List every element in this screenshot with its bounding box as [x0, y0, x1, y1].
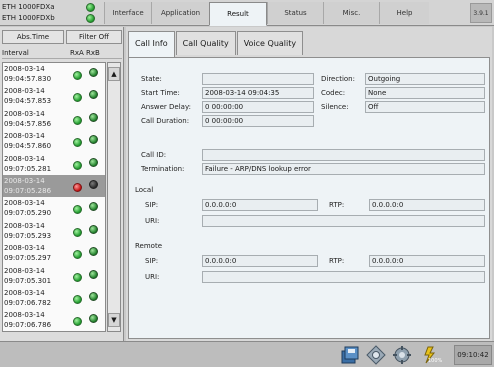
local-uri-field [202, 215, 485, 227]
local-sip-label: SIP: [145, 201, 159, 209]
call-duration-label: Call Duration: [141, 117, 190, 125]
call-info-content: State: Start Time: 2008-03-14 09:04:35 A… [128, 57, 490, 339]
version-badge: 3.9.1 [470, 3, 492, 23]
list-item[interactable]: 2008-03-14 09:07:06.782 [3, 287, 105, 309]
start-time-field: 2008-03-14 09:04:35 [202, 87, 314, 99]
rxb-led-icon [89, 224, 98, 234]
state-label: State: [141, 75, 162, 83]
save-icon[interactable] [340, 345, 360, 365]
clock: 09:10:42 [454, 345, 492, 365]
list-item[interactable]: 2008-03-14 09:07:05.293 [3, 220, 105, 242]
tools-icon[interactable] [392, 345, 412, 365]
remote-uri-field [202, 271, 485, 283]
rxa-led-icon [73, 227, 82, 237]
answer-delay-field: 0 00:00:00 [202, 101, 314, 113]
port-b: ETH 1000FDXb [2, 13, 102, 24]
port-status: ETH 1000FDXa ETH 1000FDXb [2, 2, 102, 24]
port-a-label: ETH 1000FDXa [2, 3, 55, 11]
tab-voice-quality[interactable]: Voice Quality [236, 31, 304, 55]
rxb-led-icon [89, 269, 98, 279]
scroll-down-icon[interactable]: ▼ [108, 313, 120, 327]
port-a-led-icon [86, 3, 95, 12]
silence-field: Off [365, 101, 485, 113]
result-subtabs: Call Info Call Quality Voice Quality [128, 31, 304, 58]
rxa-led-icon [73, 160, 82, 170]
remote-uri-label: URI: [145, 273, 160, 281]
top-bar: ETH 1000FDXa ETH 1000FDXb Interface Appl… [0, 0, 494, 26]
battery-level: 100% [428, 358, 443, 364]
port-a: ETH 1000FDXa [2, 2, 102, 13]
rxa-led-icon [73, 71, 82, 80]
direction-label: Direction: [321, 75, 355, 83]
list-item[interactable]: 2008-03-14 09:04:57.830 [3, 63, 105, 85]
status-bar: 100% 09:10:42 [0, 341, 494, 367]
call-id-field [202, 149, 485, 161]
battery-icon: 100% [420, 345, 450, 365]
rxa-led-icon [73, 272, 82, 282]
codec-field: None [365, 87, 485, 99]
codec-label: Codec: [321, 89, 346, 97]
list-header: Interval RxA RxB [2, 47, 122, 59]
tab-interface[interactable]: Interface [104, 2, 151, 24]
column-interval: Interval [2, 49, 29, 57]
list-item[interactable]: 2008-03-14 09:07:05.301 [3, 265, 105, 287]
list-item[interactable]: 2008-03-14 09:04:57.853 [3, 85, 105, 107]
rxb-led-icon [89, 157, 98, 167]
list-item-selected[interactable]: 2008-03-14 09:07:05.286 [3, 174, 105, 198]
tab-misc[interactable]: Misc. [323, 2, 379, 24]
state-field [202, 73, 314, 85]
filter-button[interactable]: Filter Off [66, 30, 122, 44]
result-panel: Call Info Call Quality Voice Quality Sta… [126, 27, 492, 341]
local-section-title: Local [135, 186, 154, 194]
port-b-label: ETH 1000FDXb [2, 14, 55, 22]
call-duration-field: 0 00:00:00 [202, 115, 314, 127]
list-item[interactable]: 2008-03-14 09:07:05.297 [3, 242, 105, 264]
rxa-led-icon [73, 115, 82, 125]
rxa-error-led-icon [73, 182, 82, 192]
remote-sip-field: 0.0.0.0:0 [202, 255, 318, 267]
local-uri-label: URI: [145, 217, 160, 225]
silence-label: Silence: [321, 103, 349, 111]
answer-delay-label: Answer Delay: [141, 103, 191, 111]
termination-field: Failure - ARP/DNS lookup error [202, 163, 485, 175]
tab-call-quality[interactable]: Call Quality [175, 31, 236, 55]
list-item[interactable]: 2008-03-14 09:07:06.786 [3, 309, 105, 331]
port-b-led-icon [86, 14, 95, 23]
remote-section-title: Remote [135, 242, 163, 250]
rxb-led-icon [89, 112, 98, 122]
rxb-led-icon [89, 179, 98, 189]
settings-icon[interactable] [366, 345, 386, 365]
direction-field: Outgoing [365, 73, 485, 85]
remote-rtp-field: 0.0.0.0:0 [369, 255, 485, 267]
local-rtp-field: 0.0.0.0:0 [369, 199, 485, 211]
list-item[interactable]: 2008-03-14 09:04:57.856 [3, 108, 105, 130]
local-sip-field: 0.0.0.0:0 [202, 199, 318, 211]
tab-call-info[interactable]: Call Info [128, 31, 175, 58]
event-list[interactable]: 2008-03-14 09:04:57.830 2008-03-14 09:04:5… [2, 62, 106, 332]
termination-label: Termination: [141, 165, 185, 173]
tab-result[interactable]: Result [209, 2, 267, 26]
abs-time-button[interactable]: Abs.Time [2, 30, 64, 44]
rxb-led-icon [89, 68, 98, 77]
list-item[interactable]: 2008-03-14 09:04:57.860 [3, 130, 105, 152]
list-scrollbar[interactable]: ▲ ▼ [107, 62, 121, 332]
tab-status[interactable]: Status [267, 2, 323, 24]
scroll-up-icon[interactable]: ▲ [108, 67, 120, 81]
remote-rtp-label: RTP: [329, 257, 345, 265]
column-rxa-rxb: RxA RxB [70, 49, 100, 57]
main-tabs: Interface Application Result Status Misc… [104, 2, 429, 26]
tab-application[interactable]: Application [151, 2, 209, 24]
list-item[interactable]: 2008-03-14 09:07:05.290 [3, 197, 105, 219]
list-item[interactable]: 2008-03-14 09:07:05.281 [3, 153, 105, 175]
rxb-led-icon [89, 291, 98, 301]
rxa-led-icon [73, 294, 82, 304]
local-rtp-label: RTP: [329, 201, 345, 209]
start-time-label: Start Time: [141, 89, 180, 97]
tab-help[interactable]: Help [379, 2, 429, 24]
call-id-label: Call ID: [141, 151, 167, 159]
event-list-panel: Abs.Time Filter Off Interval RxA RxB 200… [0, 27, 124, 341]
remote-sip-label: SIP: [145, 257, 159, 265]
